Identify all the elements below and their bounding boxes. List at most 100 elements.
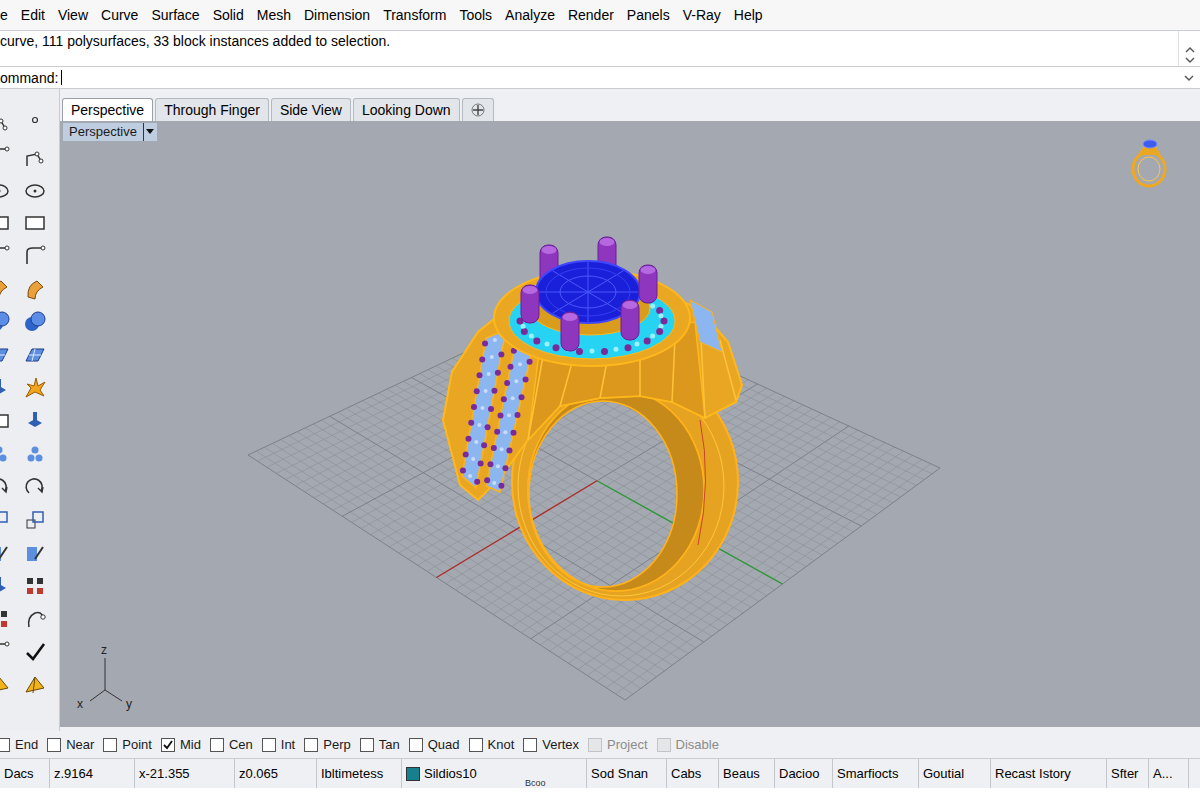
osnap-checkbox[interactable] (657, 738, 671, 752)
menu-item[interactable]: Help (734, 6, 763, 24)
command-dropdown-icon[interactable] (1178, 71, 1200, 85)
sphere-icon[interactable] (0, 310, 11, 334)
osnap-checkbox[interactable] (469, 738, 483, 752)
viewport-title[interactable]: Perspective (63, 123, 157, 141)
curve-icon[interactable] (23, 244, 47, 268)
dropdown-arrow-icon[interactable] (146, 129, 154, 135)
status-item[interactable]: z.9164 (50, 759, 135, 788)
rectangle-icon[interactable] (23, 211, 47, 235)
menu-item[interactable]: Mesh (257, 6, 291, 24)
osnap-checkbox[interactable] (409, 738, 423, 752)
osnap-option[interactable]: Point (103, 737, 152, 753)
osnap-option[interactable]: Cen (210, 737, 253, 753)
osnap-checkbox[interactable] (523, 738, 537, 752)
curve-icon[interactable] (0, 640, 11, 664)
osnap-checkbox[interactable] (161, 738, 175, 752)
osnap-option[interactable]: Knot (469, 737, 515, 753)
osnap-checkbox[interactable] (588, 738, 602, 752)
ring-model[interactable] (443, 237, 742, 600)
point-icon[interactable] (23, 112, 47, 136)
osnap-option[interactable]: Perp (304, 737, 350, 753)
menu-item[interactable]: Curve (101, 6, 138, 24)
ellipse-icon[interactable] (23, 178, 47, 202)
curve-icon[interactable] (0, 145, 11, 169)
status-item[interactable]: Dacs (0, 759, 50, 788)
status-item[interactable]: A... (1149, 759, 1189, 788)
osnap-option[interactable]: Tan (360, 737, 400, 753)
osnap-option[interactable]: Int (262, 737, 295, 753)
scale-icon[interactable] (0, 508, 11, 532)
status-item[interactable]: z0.065 (235, 759, 317, 788)
pyramid-icon[interactable] (0, 673, 11, 697)
osnap-checkbox[interactable] (47, 738, 61, 752)
menu-item[interactable]: Transform (383, 6, 446, 24)
status-item[interactable]: Smarfiocts (833, 759, 919, 788)
rectangle-icon[interactable] (0, 211, 11, 235)
osnap-option[interactable]: End (0, 737, 38, 753)
mesh-icon[interactable] (0, 343, 11, 367)
extrude-icon[interactable] (0, 574, 11, 598)
osnap-option[interactable]: Near (47, 737, 94, 753)
status-item[interactable]: Beaus (719, 759, 775, 788)
osnap-checkbox[interactable] (0, 738, 10, 752)
osnap-option[interactable]: Quad (409, 737, 460, 753)
layer-selector[interactable]: Sildios10 (402, 759, 587, 788)
menu-item[interactable]: Dimension (304, 6, 370, 24)
scale-icon[interactable] (23, 508, 47, 532)
menu-item[interactable]: View (58, 6, 88, 24)
rotate-icon[interactable] (23, 475, 47, 499)
history-icon[interactable] (23, 607, 47, 631)
points-icon[interactable] (23, 442, 47, 466)
menu-item[interactable]: Solid (213, 6, 244, 24)
viewport-tab[interactable]: Perspective (62, 98, 153, 121)
status-item[interactable]: x-21.355 (135, 759, 235, 788)
scroll-down-icon[interactable] (1185, 56, 1195, 64)
extrude-icon[interactable] (23, 409, 47, 433)
osnap-checkbox[interactable] (360, 738, 374, 752)
model-canvas[interactable] (60, 121, 1200, 727)
osnap-checkbox[interactable] (262, 738, 276, 752)
menu-item[interactable]: Tools (459, 6, 492, 24)
edit-points-icon[interactable] (0, 541, 11, 565)
menu-item[interactable]: Render (568, 6, 614, 24)
menu-item[interactable]: Analyze (505, 6, 555, 24)
status-item[interactable]: Sod Snan (587, 759, 667, 788)
osnap-checkbox[interactable] (304, 738, 318, 752)
osnap-option[interactable]: Mid (161, 737, 201, 753)
status-item[interactable]: Goutial (919, 759, 991, 788)
status-item[interactable]: Ibltimetess (317, 759, 402, 788)
status-item[interactable]: Recast Istory (991, 759, 1107, 788)
viewport-tab[interactable]: Through Finger (155, 98, 269, 121)
menu-item[interactable]: Edit (21, 6, 45, 24)
osnap-option[interactable]: Vertex (523, 737, 579, 753)
history-scrollbar[interactable] (1178, 31, 1200, 66)
menu-item[interactable]: e (0, 6, 8, 24)
check-icon[interactable] (23, 640, 47, 664)
sphere-icon[interactable] (23, 310, 47, 334)
viewport-menu-button[interactable] (143, 123, 157, 141)
osnap-checkbox[interactable] (210, 738, 224, 752)
scroll-up-icon[interactable] (1185, 46, 1195, 54)
array-icon[interactable] (0, 607, 11, 631)
viewport-tab[interactable]: Side View (271, 98, 351, 121)
status-item[interactable]: Sfter (1107, 759, 1149, 788)
surface-icon[interactable] (0, 277, 11, 301)
menu-item[interactable]: Surface (151, 6, 199, 24)
osnap-option[interactable]: Disable (657, 737, 719, 753)
rotate-icon[interactable] (0, 475, 11, 499)
explode-icon[interactable] (23, 376, 47, 400)
edit-points-icon[interactable] (23, 541, 47, 565)
command-line[interactable]: ommand: (0, 67, 1200, 89)
status-item[interactable]: Dacioo (775, 759, 833, 788)
osnap-option[interactable]: Project (588, 737, 647, 753)
pyramid-icon[interactable] (23, 673, 47, 697)
curve-icon[interactable] (0, 244, 11, 268)
viewport-tab[interactable]: Looking Down (353, 98, 460, 121)
rectangle-icon[interactable] (0, 409, 11, 433)
plus-icon[interactable] (471, 103, 485, 117)
menu-item[interactable]: V-Ray (683, 6, 721, 24)
array-icon[interactable] (23, 574, 47, 598)
polyline-icon[interactable] (0, 112, 11, 136)
mesh-icon[interactable] (23, 343, 47, 367)
status-item[interactable]: Cabs (667, 759, 719, 788)
